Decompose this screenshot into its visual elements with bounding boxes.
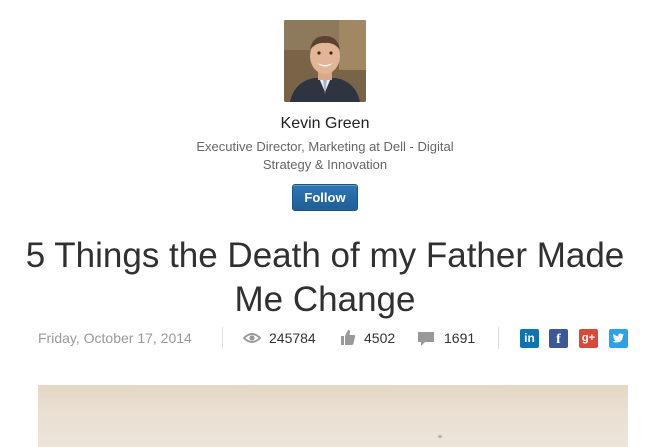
thumbs-up-icon[interactable] bbox=[340, 329, 356, 351]
hero-image-detail bbox=[438, 435, 442, 438]
eye-icon bbox=[242, 330, 262, 351]
view-count: 245784 bbox=[269, 330, 316, 346]
facebook-share-icon[interactable]: f bbox=[549, 329, 568, 348]
linkedin-share-icon[interactable]: in bbox=[520, 329, 539, 348]
twitter-share-icon[interactable] bbox=[609, 329, 628, 348]
meta-divider bbox=[498, 327, 499, 349]
author-avatar[interactable] bbox=[284, 20, 366, 102]
author-name[interactable]: Kevin Green bbox=[0, 114, 650, 134]
comment-count: 1691 bbox=[444, 330, 476, 346]
post-date: Friday, October 17, 2014 bbox=[38, 330, 192, 346]
googleplus-share-icon[interactable]: g+ bbox=[579, 329, 598, 348]
post-meta-bar: Friday, October 17, 2014 245784 4502 169… bbox=[38, 325, 630, 351]
comment-bubble-icon[interactable] bbox=[417, 331, 435, 352]
article-hero-image bbox=[38, 385, 628, 447]
meta-divider bbox=[222, 327, 223, 349]
follow-button[interactable]: Follow bbox=[292, 184, 358, 211]
author-headline: Executive Director, Marketing at Dell - … bbox=[196, 139, 454, 172]
author-card: Kevin Green Executive Director, Marketin… bbox=[0, 20, 650, 211]
post-title: 5 Things the Death of my Father Made Me … bbox=[25, 236, 625, 319]
like-count: 4502 bbox=[364, 330, 396, 346]
